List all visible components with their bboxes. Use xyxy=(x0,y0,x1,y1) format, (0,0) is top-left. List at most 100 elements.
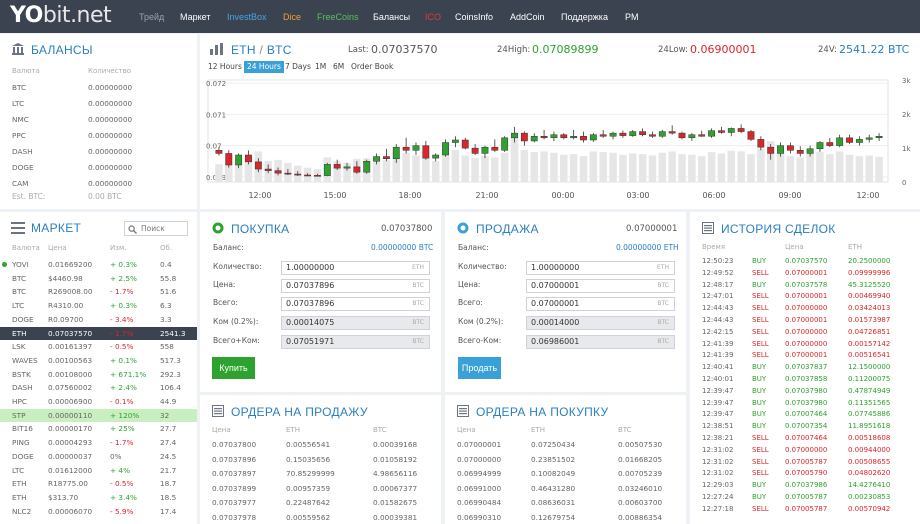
buy-total-input[interactable]: 0.07037896 BTC xyxy=(281,297,430,311)
nav-investbox[interactable]: InvestBox xyxy=(227,12,267,22)
sell-orders-row[interactable]: 0.07037977 0.22487642 0.01582675 xyxy=(200,498,441,511)
balance-row[interactable]: BTC 0.00000000 xyxy=(0,83,197,97)
candle-body xyxy=(422,145,430,159)
price-candlestick-chart[interactable]: 0.0720.0710.070.0693k2k1k012:0015:0018:0… xyxy=(200,74,920,204)
candle-body xyxy=(491,146,499,151)
balance-row[interactable]: NMC 0.00000000 xyxy=(0,115,197,129)
candle-body xyxy=(550,134,558,139)
market-row[interactable]: BTC R269008.00 - 1.7% 51.6 xyxy=(0,285,197,298)
market-coin: BSTK xyxy=(12,369,31,379)
market-change: + 25% xyxy=(110,424,135,434)
order-eth-amount: 0.10082049 xyxy=(531,469,576,478)
market-row[interactable]: PING 0.00004293 - 1.7% 27.4 xyxy=(0,436,197,449)
sell-button[interactable]: Продать xyxy=(458,357,501,379)
nav-market[interactable]: Маркет xyxy=(180,12,210,22)
nav-freecoins[interactable]: FreeCoins xyxy=(317,12,359,22)
sell-price-label: Цена: xyxy=(458,280,481,289)
yobit-logo[interactable]: YObit.net xyxy=(10,3,112,28)
timeframe-6m[interactable]: 6M xyxy=(330,61,347,73)
buy-balance-value[interactable]: 0.00000000 BTC xyxy=(371,243,433,252)
market-row[interactable]: BIT16 0.00000170 + 25% 27.7 xyxy=(0,422,197,435)
sell-orders-row[interactable]: 0.07037978 0.00559562 0.00039381 xyxy=(200,513,441,524)
order-btc-amount: 0.00886354 xyxy=(618,512,663,522)
price-tick-label: 0.071 xyxy=(206,111,226,119)
balance-amount: 0.00000000 xyxy=(88,115,133,124)
sell-orders-row[interactable]: 0.07037897 70.85299999 4.98656116 xyxy=(200,469,441,482)
sell-amount-input[interactable]: 1.00000000 ETH xyxy=(526,261,675,275)
buy-orders-row[interactable]: 0.07000000 0.23851502 0.01668205 xyxy=(445,455,686,468)
nav-trade[interactable]: Трейд xyxy=(139,12,164,22)
market-row[interactable]: STP 0.00000110 + 120% 32 xyxy=(0,408,197,422)
market-row[interactable]: NLC2 0.00006070 - 5.9% 17.4 xyxy=(0,505,197,518)
order-btc-amount: 0.00039381 xyxy=(373,512,418,522)
sell-balance-value[interactable]: 0.00000000 ETH xyxy=(616,243,679,252)
nav-addcoin[interactable]: AddCoin xyxy=(510,12,545,22)
trade-price: 0.07005790 xyxy=(785,469,828,478)
balance-row[interactable]: PPC 0.00000000 xyxy=(0,131,197,145)
candle-body xyxy=(865,137,873,140)
balance-row[interactable]: DOGE 0.00000000 xyxy=(0,163,197,177)
buy-orders-row[interactable]: 0.06990310 0.12679754 0.00886354 xyxy=(445,513,686,524)
trade-time: 12:48:17 xyxy=(702,280,734,289)
market-row[interactable]: LSK 0.00161397 - 0.5% 558 xyxy=(0,340,197,353)
candle-body xyxy=(649,134,656,137)
market-row[interactable]: HPC 0.00006900 - 0.1% 44.9 xyxy=(0,395,197,408)
market-row[interactable]: ETH 0.07037570 - 1.7% 2541.3 xyxy=(0,326,197,340)
nav-pm[interactable]: PM xyxy=(625,12,639,22)
volume-tick-label: 0 xyxy=(902,179,906,187)
buy-orders-row[interactable]: 0.06994999 0.10082049 0.00705239 xyxy=(445,469,686,482)
trade-history-row: 12:39:47 BUY 0.07007464 0.07745886 xyxy=(690,410,920,421)
sell-orders-row[interactable]: 0.07037800 0.00556541 0.00039168 xyxy=(200,440,441,453)
timeframe-24-hours[interactable]: 24 Hours xyxy=(244,61,284,73)
market-change: - 0.5% xyxy=(110,479,134,489)
candle-body xyxy=(481,146,489,154)
trade-side: BUY xyxy=(752,422,767,431)
buy-orders-row[interactable]: 0.06991000 0.46431280 0.03246010 xyxy=(445,484,686,497)
market-row[interactable]: DOGE 0.00000037 0% 24.5 xyxy=(0,450,197,463)
sell-total-input[interactable]: 0.07000001 BTC xyxy=(526,297,675,311)
market-row[interactable]: ETH $313.70 + 3.4% 18.5 xyxy=(0,491,197,504)
timeframe-12-hours[interactable]: 12 Hours xyxy=(205,61,245,73)
trade-eth-amount: 0.00570942 xyxy=(848,504,891,513)
market-row[interactable]: LTC R4310.00 + 0.3% 6.3 xyxy=(0,299,197,312)
market-change: - 0.5% xyxy=(110,342,134,352)
nav-dice[interactable]: Dice xyxy=(283,12,301,22)
timeframe-7-days[interactable]: 7 Days xyxy=(282,61,314,73)
market-row[interactable]: BTC $4460.98 + 2.5% 55.8 xyxy=(0,272,197,285)
buy-amount-input[interactable]: 1.00000000 ETH xyxy=(281,261,430,275)
buy-orders-row[interactable]: 0.07000001 0.07250434 0.00507530 xyxy=(445,440,686,453)
balance-row[interactable]: CAM 0.00000000 xyxy=(0,179,197,193)
top-navigation-bar: YObit.net Трейд Маркет InvestBox Dice Fr… xyxy=(0,0,920,33)
market-row[interactable]: DOGE R0.09700 - 3.4% 3.3 xyxy=(0,313,197,326)
trade-eth-amount: 0.04802620 xyxy=(848,469,891,478)
timeframe-1m[interactable]: 1M xyxy=(312,61,329,73)
timeframe-order-book[interactable]: Order Book xyxy=(348,61,396,73)
sell-orders-header-btc: BTC xyxy=(373,426,387,434)
buy-orders-row[interactable]: 0.06990484 0.08636031 0.00603700 xyxy=(445,498,686,511)
market-row[interactable]: DASH 0.07560002 + 2.4% 106.4 xyxy=(0,381,197,394)
buy-button[interactable]: Купить xyxy=(212,357,255,379)
sell-orders-panel: ОРДЕРА НА ПРОДАЖУ Цена ETH BTC 0.0703780… xyxy=(200,395,441,524)
sell-orders-row[interactable]: 0.07037899 0.00957359 0.00067377 xyxy=(200,484,441,497)
market-row[interactable]: WAVES 0.00100563 + 0.1% 517.3 xyxy=(0,354,197,367)
market-volume: 292.3 xyxy=(160,369,181,379)
market-header-currency: Валюта xyxy=(12,244,40,252)
market-search-input[interactable]: Поиск xyxy=(124,221,188,236)
market-row[interactable]: BSTK 0.00108000 + 671.1% 292.3 xyxy=(0,368,197,381)
nav-coinsinfo[interactable]: CoinsInfo xyxy=(455,12,493,22)
sell-price-input[interactable]: 0.07000001 BTC xyxy=(526,279,675,293)
buy-price-input[interactable]: 0.07037896 BTC xyxy=(281,279,430,293)
trade-side: SELL xyxy=(752,339,769,348)
nav-balances[interactable]: Балансы xyxy=(373,12,410,22)
market-row[interactable]: YOVI 0.01669200 + 0.3% 0.4 xyxy=(0,258,197,271)
sell-orders-row[interactable]: 0.07037896 0.15035656 0.01058192 xyxy=(200,455,441,468)
balance-row[interactable]: DASH 0.00000000 xyxy=(0,147,197,161)
market-row[interactable]: LTC 0.01612000 + 4% 21.7 xyxy=(0,464,197,477)
nav-ico[interactable]: ICO xyxy=(425,12,441,22)
balance-row[interactable]: LTC 0.00000000 xyxy=(0,99,197,113)
candle-body xyxy=(846,137,853,143)
market-row[interactable]: ETH R18775.00 - 0.5% 18.7 xyxy=(0,477,197,490)
candle-body xyxy=(816,142,824,149)
nav-support[interactable]: Поддержка xyxy=(561,12,608,22)
candle-body xyxy=(294,173,302,176)
